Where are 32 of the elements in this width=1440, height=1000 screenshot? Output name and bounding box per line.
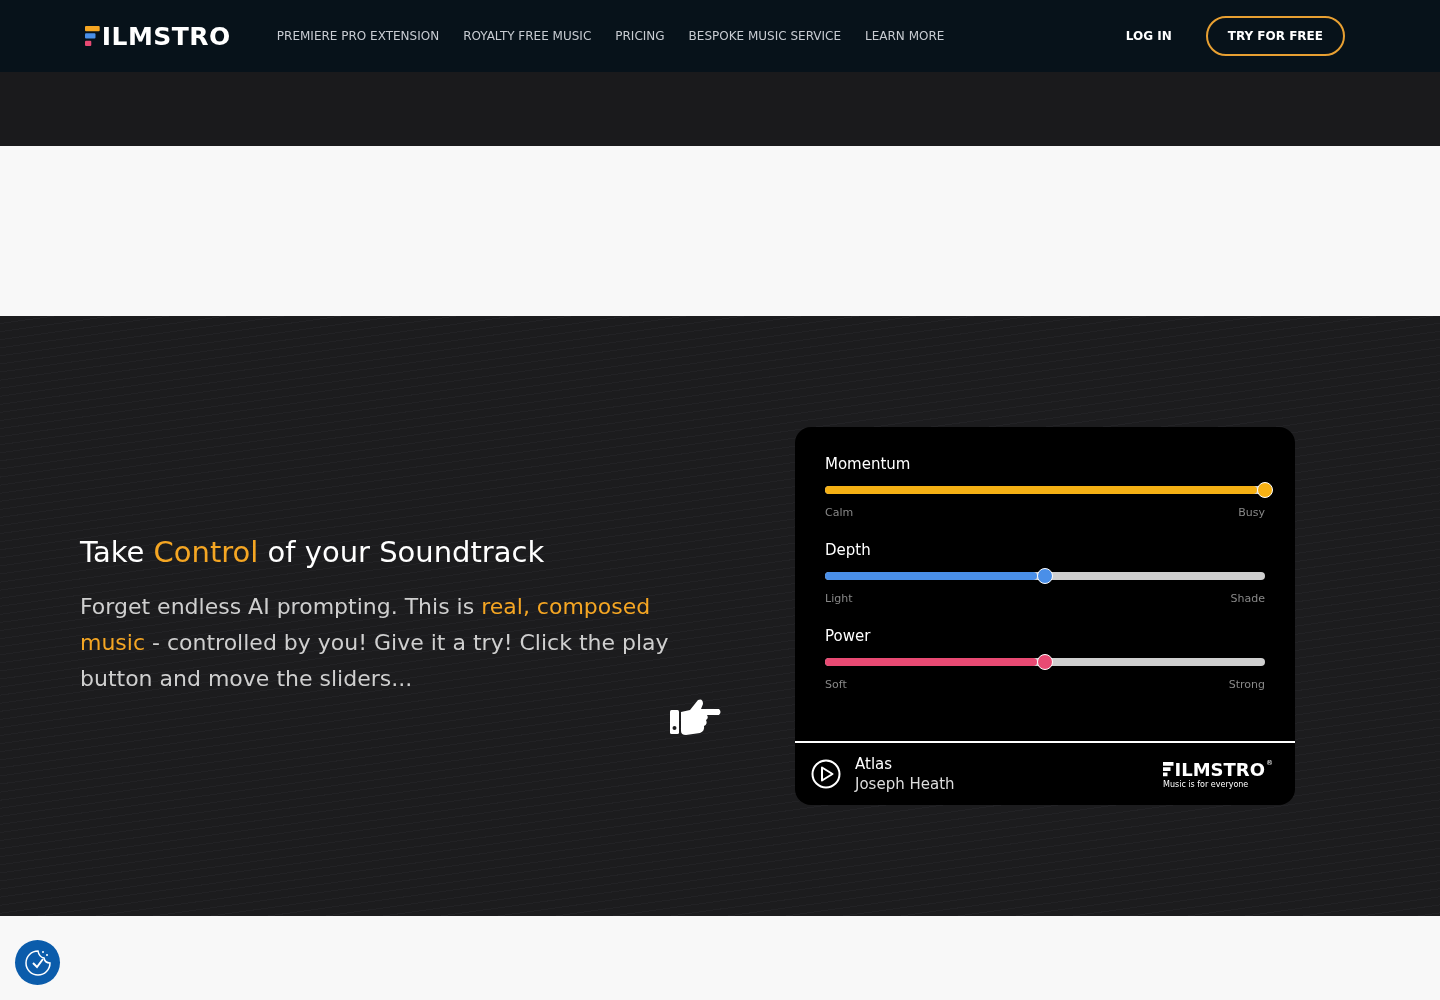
section-heading: Take Control of your Soundtrack — [80, 535, 546, 569]
try-free-button[interactable]: TRY FOR FREE — [1205, 16, 1345, 56]
pointing-hand-icon — [670, 698, 722, 738]
nav-link[interactable]: PRICING — [615, 29, 665, 43]
slider-label: Depth — [825, 541, 872, 559]
logo-icon — [85, 25, 100, 47]
brand-tagline: Music is for everyone — [1163, 780, 1249, 789]
cookie-icon — [22, 947, 53, 978]
track-title: Atlas — [855, 755, 894, 773]
max-label: Shade — [1230, 592, 1265, 605]
slider-thumb[interactable] — [1037, 568, 1053, 584]
slider-label: Power — [825, 627, 872, 645]
nav-link[interactable]: BESPOKE MUSIC SERVICE — [688, 29, 842, 43]
min-label: Calm — [825, 506, 854, 519]
brand-logo-text: ILMSTRO — [1174, 759, 1265, 780]
max-label: Strong — [1228, 678, 1265, 691]
min-label: Light — [825, 592, 853, 605]
logo-icon — [1163, 762, 1174, 777]
min-label: Soft — [825, 678, 847, 691]
slider-thumb[interactable] — [1257, 482, 1273, 498]
nav-link[interactable]: LEARN MORE — [865, 29, 945, 43]
max-label: Busy — [1238, 506, 1265, 519]
section-text: Forget endless AI prompting. This is real, composed music - controlled by you! Give it a try! Click the play button and move the sliders... — [80, 593, 670, 693]
slider-label: Momentum — [825, 455, 912, 473]
nav-link[interactable]: ROYALTY FREE MUSIC — [463, 29, 592, 43]
cookie-settings-button[interactable] — [15, 940, 60, 985]
slider-thumb[interactable] — [1037, 654, 1053, 670]
play-icon[interactable] — [811, 759, 841, 789]
login-link[interactable]: LOG IN — [1125, 29, 1172, 43]
logo-text[interactable]: ILMSTRO — [101, 21, 231, 51]
artist-name: Joseph Heath — [855, 775, 956, 793]
nav-link[interactable]: PREMIERE PRO EXTENSION — [276, 29, 440, 43]
